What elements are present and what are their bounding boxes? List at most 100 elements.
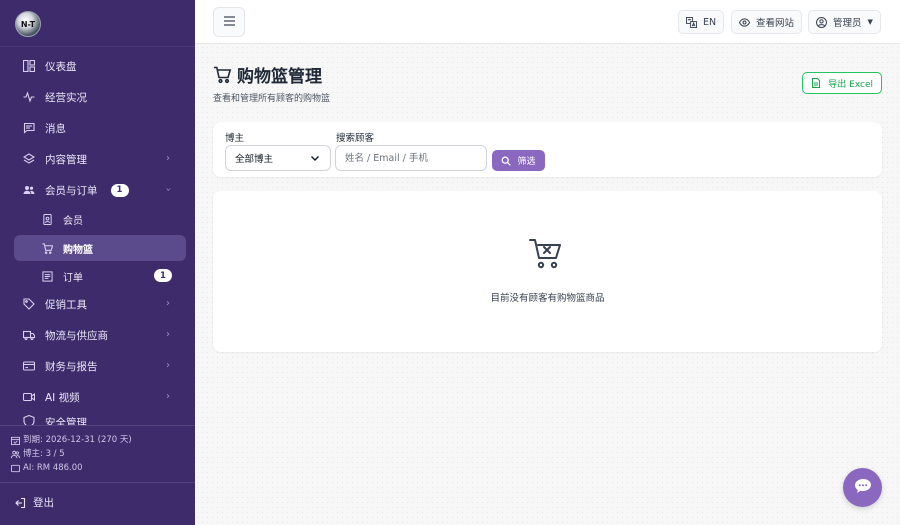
blogger-quota-text: 博主: 3 / 5 [23, 449, 65, 459]
orders-badge: 1 [154, 269, 172, 282]
sidebar-item-label: AI 视频 [45, 391, 80, 404]
sidebar-item-label: 订单 [63, 272, 83, 284]
sidebar-item-content[interactable]: 内容管理 › [14, 146, 186, 172]
sidebar-info-divider [0, 425, 195, 426]
empty-cart-icon [528, 236, 564, 272]
chevron-right-icon: › [166, 153, 170, 164]
page-title: 购物篮管理 [213, 62, 322, 87]
sidebar-item-label: 仪表盘 [45, 60, 77, 73]
search-customer-input[interactable] [335, 145, 487, 171]
sidebar-item-live[interactable]: 经营实况 [14, 84, 186, 110]
calendar-icon [11, 436, 20, 445]
shield-icon [23, 415, 35, 425]
sidebar-item-finance[interactable]: 财务与报告 › [14, 353, 186, 379]
filter-card: 博主 全部博主 搜索顾客 筛选 [213, 122, 882, 177]
ai-balance-row: AI: RM 486.00 [11, 461, 132, 475]
language-label: EN [703, 16, 717, 28]
cart-list-card: 目前没有顾客有购物篮商品 [213, 191, 882, 352]
sidebar-item-orders[interactable]: 订单 1 [14, 263, 186, 289]
blogger-filter-label: 博主 [225, 133, 245, 144]
logout-button[interactable]: 登出 [14, 495, 54, 510]
brand-logo[interactable]: N-T [15, 11, 41, 37]
sidebar-header-divider [0, 46, 195, 47]
ai-balance-text: AI: RM 486.00 [23, 463, 83, 473]
finance-icon [23, 360, 35, 372]
sidebar-item-dashboard[interactable]: 仪表盘 [14, 53, 186, 79]
top-bar: EN 查看网站 管理员 ▼ [195, 0, 900, 44]
view-site-label: 查看网站 [756, 18, 795, 29]
sidebar-item-label: 会员 [63, 215, 83, 227]
sidebar-item-label: 消息 [45, 122, 66, 135]
hamburger-icon [223, 15, 235, 29]
cart-icon [41, 242, 53, 254]
page-title-text: 购物篮管理 [237, 67, 322, 87]
sidebar: N-T 仪表盘 经营实况 消息 内容管理 › 会员与订单 1 › 会员 购物篮 … [0, 0, 195, 525]
sidebar-item-members-orders[interactable]: 会员与订单 1 › [14, 177, 186, 203]
sidebar-item-label: 财务与报告 [45, 360, 98, 373]
sidebar-item-messages[interactable]: 消息 [14, 115, 186, 141]
language-button[interactable]: EN [678, 10, 725, 34]
menu-toggle-button[interactable] [213, 7, 245, 37]
sidebar-item-label: 会员与订单 [45, 184, 98, 197]
users-icon [23, 184, 35, 196]
sidebar-item-label: 安全管理 [45, 417, 87, 425]
export-label: 导出 Excel [828, 79, 873, 90]
view-site-button[interactable]: 查看网站 [731, 10, 803, 34]
search-customer-label: 搜索顾客 [336, 133, 375, 144]
cart-icon [213, 65, 233, 85]
filter-button[interactable]: 筛选 [492, 150, 545, 171]
logo-text: N-T [20, 19, 36, 29]
translate-icon [686, 16, 697, 28]
sidebar-item-security[interactable]: 安全管理 [14, 415, 186, 425]
expiry-row: 到期: 2026-12-31 (270 天) [11, 433, 132, 447]
sidebar-footer-divider [0, 482, 195, 483]
main-content: EN 查看网站 管理员 ▼ 购物篮管理 查看和管理所有顾客的购物篮 导出 Exc… [195, 0, 900, 525]
sidebar-item-members[interactable]: 会员 [14, 206, 186, 232]
activity-icon [23, 91, 35, 103]
order-icon [41, 270, 53, 282]
logout-label: 登出 [33, 497, 54, 509]
sidebar-item-label: 物流与供应商 [45, 329, 108, 342]
export-excel-button[interactable]: 导出 Excel [802, 72, 882, 94]
empty-state-message: 目前没有顾客有购物篮商品 [490, 293, 605, 304]
page-subtitle: 查看和管理所有顾客的购物篮 [213, 94, 331, 104]
blogger-select-value: 全部博主 [235, 154, 274, 165]
logout-icon [14, 497, 26, 509]
tag-icon [23, 298, 35, 310]
message-icon [23, 122, 35, 134]
sidebar-item-promotions[interactable]: 促销工具 › [14, 291, 186, 317]
sidebar-item-ai-video[interactable]: AI 视频 › [14, 384, 186, 410]
chat-button[interactable] [843, 468, 882, 507]
members-badge: 1 [110, 183, 129, 197]
dashboard-icon [23, 60, 35, 72]
blogger-select[interactable]: 全部博主 [225, 145, 331, 171]
chevron-right-icon: › [166, 298, 170, 309]
expiry-text: 到期: 2026-12-31 (270 天) [23, 435, 132, 445]
search-icon [501, 156, 512, 166]
member-card-icon [41, 213, 53, 225]
sidebar-item-label: 内容管理 [45, 153, 87, 166]
chevron-right-icon: › [166, 360, 170, 371]
chevron-right-icon: › [166, 329, 170, 340]
blogger-quota-row: 博主: 3 / 5 [11, 447, 132, 461]
sidebar-item-cart[interactable]: 购物篮 [14, 235, 186, 261]
video-icon [23, 391, 35, 403]
eye-icon [739, 17, 750, 28]
ai-chip-icon [11, 464, 20, 473]
sidebar-item-label: 促销工具 [45, 298, 87, 311]
users-icon [11, 450, 20, 459]
file-excel-icon [811, 78, 821, 88]
truck-icon [23, 329, 35, 341]
subscription-info: 到期: 2026-12-31 (270 天) 博主: 3 / 5 AI: RM … [11, 433, 132, 475]
chevron-down-icon: › [162, 187, 174, 192]
chat-bubble-icon [854, 478, 872, 497]
filter-button-label: 筛选 [517, 157, 536, 167]
chevron-down-icon [309, 152, 321, 164]
user-avatar-icon [816, 16, 827, 28]
sidebar-item-logistics[interactable]: 物流与供应商 › [14, 322, 186, 348]
user-label: 管理员 [833, 18, 862, 29]
sidebar-item-label: 购物篮 [63, 244, 93, 256]
sidebar-item-label: 经营实况 [45, 91, 87, 104]
layers-icon [23, 153, 35, 165]
user-menu-button[interactable]: 管理员 ▼ [808, 10, 881, 34]
